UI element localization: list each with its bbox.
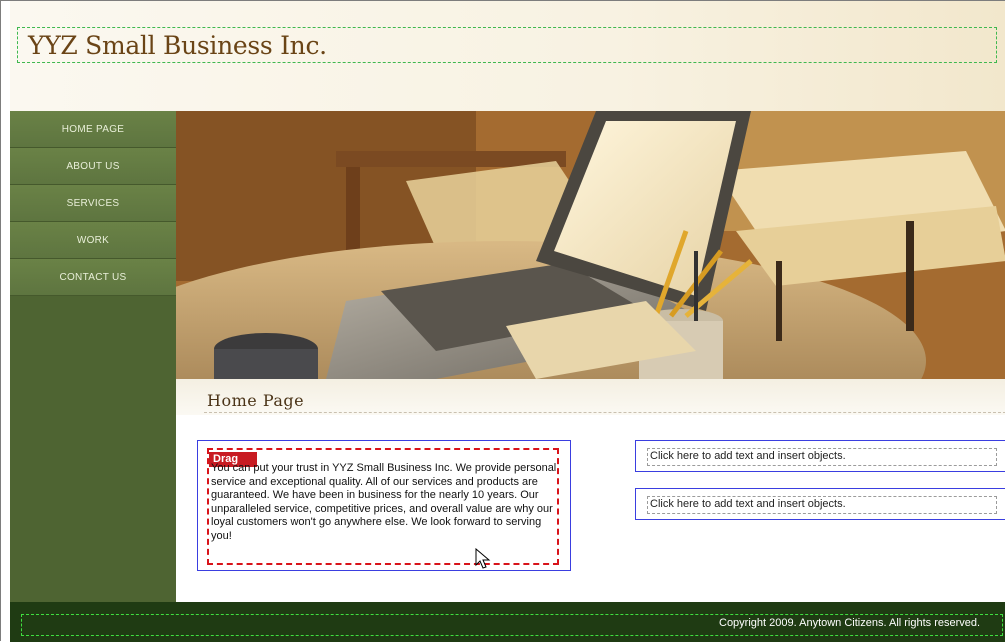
nav-item-contact[interactable]: CONTACT US [10, 259, 176, 296]
copyright-text[interactable]: Copyright 2009. Anytown Citizens. All ri… [719, 617, 980, 629]
placeholder-text-1[interactable]: Click here to add text and insert object… [650, 450, 846, 462]
page: YYZ Small Business Inc. HOME PAGE ABOUT … [0, 0, 1005, 642]
main-nav: HOME PAGE ABOUT US SERVICES WORK CONTACT… [10, 111, 176, 296]
nav-item-services[interactable]: SERVICES [10, 185, 176, 222]
sidebar: HOME PAGE ABOUT US SERVICES WORK CONTACT… [10, 111, 176, 602]
page-heading[interactable]: Home Page [207, 391, 304, 410]
hero-image [176, 111, 1005, 379]
heading-divider [204, 412, 1005, 413]
mouse-pointer-icon [475, 547, 491, 574]
placeholder-text-2[interactable]: Click here to add text and insert object… [650, 498, 846, 510]
body-text[interactable]: You can put your trust in YYZ Small Busi… [211, 462, 557, 544]
nav-item-about[interactable]: ABOUT US [10, 148, 176, 185]
nav-item-home[interactable]: HOME PAGE [10, 111, 176, 148]
nav-item-work[interactable]: WORK [10, 222, 176, 259]
office-desk-photo [176, 111, 1005, 379]
site-title[interactable]: YYZ Small Business Inc. [28, 31, 327, 60]
